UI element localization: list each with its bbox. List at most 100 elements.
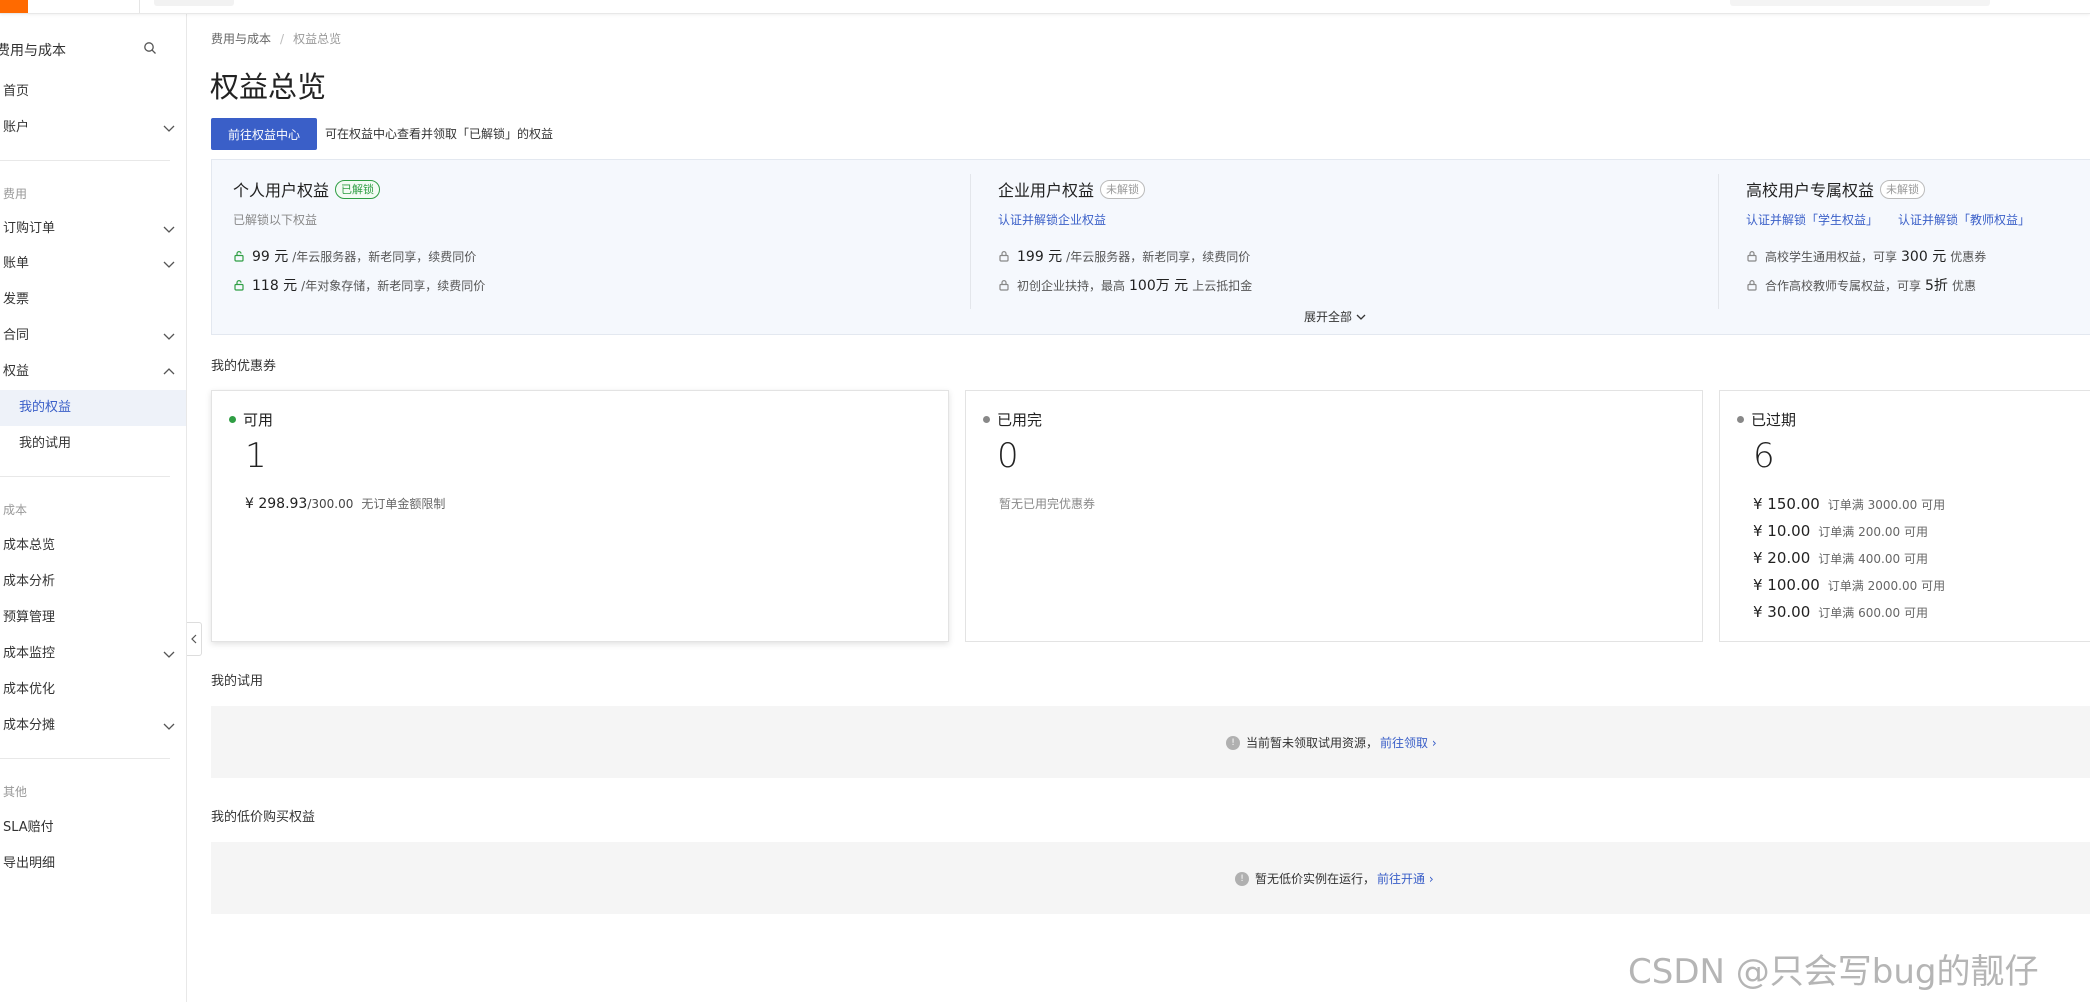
activate-link[interactable]: 前往开通 › <box>1377 870 1434 887</box>
sidebar-divider <box>0 160 170 161</box>
sidebar-collapse-button[interactable] <box>187 622 202 656</box>
lock-icon <box>999 251 1009 262</box>
sidebar-item-my-benefits[interactable]: 我的权益 <box>19 398 71 418</box>
coupon-status: 已用完 <box>997 411 1043 429</box>
benefit-amount: 99 元 <box>252 249 289 265</box>
lowprice-empty-text: 暂无低价实例在运行， <box>1255 872 1376 886</box>
sidebar-item-home[interactable]: 首页 <box>3 82 29 102</box>
coupon-suffix: 可用 <box>1903 552 1928 566</box>
benefit-amount: 300 元 <box>1901 249 1947 265</box>
chevron-down-icon[interactable] <box>162 647 176 661</box>
coupon-amount: ¥ 30.00 <box>1753 603 1811 621</box>
breadcrumb: 费用与成本 / 权益总览 <box>211 30 341 47</box>
breadcrumb-current: 权益总览 <box>293 32 342 46</box>
coupon-amount: ¥ 100.00 <box>1753 576 1820 594</box>
coupon-amount: ¥ 10.00 <box>1753 522 1811 540</box>
topbar-search[interactable] <box>1730 0 1990 6</box>
coupon-suffix: 可用 <box>1903 525 1928 539</box>
coupon-min: 200.00 <box>1858 525 1901 539</box>
student-verify-link[interactable]: 认证并解锁「学生权益」 <box>1746 213 1878 227</box>
chevron-down-icon[interactable] <box>162 222 176 236</box>
status-dot <box>1737 416 1744 423</box>
benefit-text: 初创企业扶持，最高 <box>1017 278 1126 293</box>
unlock-icon <box>234 280 244 291</box>
status-dot <box>229 416 236 423</box>
trials-section-title: 我的试用 <box>211 674 264 689</box>
sidebar-group-fees: 费用 <box>3 187 28 201</box>
coupon-note: 无订单金额限制 <box>361 497 446 511</box>
benefit-line: 合作高校教师专属权益，可享 5折 优惠 <box>1746 275 1976 295</box>
coupon-condition: 订单满 <box>1818 525 1855 539</box>
coupon-condition: 订单满 <box>1818 606 1855 620</box>
coupon-amount: ¥ 20.00 <box>1753 549 1811 567</box>
go-benefits-center-button[interactable]: 前往权益中心 <box>211 118 317 150</box>
benefit-text: /年云服务器，新老同享，续费同价 <box>1066 249 1251 264</box>
teacher-verify-link[interactable]: 认证并解锁「教师权益」 <box>1898 213 2030 227</box>
personal-benefits-sub: 已解锁以下权益 <box>233 213 318 227</box>
benefit-text: 优惠 <box>1951 278 1976 293</box>
trials-empty-message: ! 当前暂未领取试用资源， 前往领取 › <box>1226 734 1437 751</box>
coupon-card-available[interactable]: 可用 1 ¥ 298.93/300.00 无订单金额限制 <box>211 390 949 642</box>
column-divider <box>1718 174 1719 309</box>
sidebar-item-cost-optimize[interactable]: 成本优化 <box>3 680 55 700</box>
lowprice-empty-message: ! 暂无低价实例在运行， 前往开通 › <box>1235 870 1434 887</box>
benefits-panel: 个人用户权益 已解锁 已解锁以下权益 99 元/年云服务器，新老同享，续费同价 1… <box>211 159 2090 335</box>
benefit-text: /年对象存储，新老同享，续费同价 <box>301 278 486 293</box>
sidebar-item-account[interactable]: 账户 <box>3 118 29 138</box>
sidebar-item-benefits[interactable]: 权益 <box>3 362 29 382</box>
sidebar-item-invoice[interactable]: 发票 <box>3 290 29 310</box>
lowprice-empty-panel: ! 暂无低价实例在运行， 前往开通 › <box>211 842 2090 914</box>
coupon-card-expired[interactable]: 已过期 6 ¥ 150.00 订单满 3000.00 可用 ¥ 10.00 订单满 … <box>1719 390 2090 642</box>
breadcrumb-parent[interactable]: 费用与成本 <box>211 32 271 46</box>
sidebar-item-cost-overview[interactable]: 成本总览 <box>3 536 55 556</box>
lock-icon <box>999 280 1009 291</box>
coupon-card-used[interactable]: 已用完 0 暂无已用完优惠券 <box>965 390 1703 642</box>
expired-coupon-row: ¥ 150.00 订单满 3000.00 可用 <box>1753 495 1945 513</box>
chevron-down-icon[interactable] <box>162 121 176 135</box>
coupon-line: ¥ 298.93/300.00 无订单金额限制 <box>245 495 445 512</box>
sidebar-item-bills[interactable]: 账单 <box>3 254 29 274</box>
chevron-down-icon[interactable] <box>162 257 176 271</box>
sidebar-item-export[interactable]: 导出明细 <box>3 854 55 874</box>
benefit-line: 99 元/年云服务器，新老同享，续费同价 <box>233 246 476 266</box>
sidebar-item-my-trials[interactable]: 我的试用 <box>19 434 71 454</box>
coupon-min: 400.00 <box>1858 552 1901 566</box>
personal-benefits-column: 个人用户权益 已解锁 已解锁以下权益 99 元/年云服务器，新老同享，续费同价 1… <box>233 160 933 310</box>
sidebar-item-cost-monitor[interactable]: 成本监控 <box>3 644 55 664</box>
sidebar-item-contract[interactable]: 合同 <box>3 326 29 346</box>
chevron-up-icon[interactable] <box>162 365 176 379</box>
coupons-section-title: 我的优惠券 <box>211 359 277 374</box>
info-icon: ! <box>1226 735 1240 750</box>
status-badge: 已解锁 <box>335 179 381 199</box>
benefit-text: 优惠券 <box>1950 249 1987 264</box>
unlock-icon <box>234 251 244 262</box>
enterprise-verify-link[interactable]: 认证并解锁企业权益 <box>998 211 1106 228</box>
watermark: CSDN @只会写bug的靓仔 <box>1628 952 2039 992</box>
sidebar-item-cost-analysis[interactable]: 成本分析 <box>3 572 55 592</box>
chevron-left-icon <box>191 634 197 644</box>
sidebar-item-orders[interactable]: 订购订单 <box>3 219 55 239</box>
claim-trial-link[interactable]: 前往领取 › <box>1380 734 1437 751</box>
coupon-count: 1 <box>245 436 267 476</box>
expand-all-button[interactable]: 展开全部 <box>1304 308 1367 325</box>
coupon-status: 可用 <box>243 411 274 429</box>
expired-coupon-row: ¥ 100.00 订单满 2000.00 可用 <box>1753 576 1945 594</box>
benefit-line: 199 元/年云服务器，新老同享，续费同价 <box>998 246 1250 266</box>
sidebar-divider <box>0 476 170 477</box>
expand-all-label: 展开全部 <box>1304 310 1353 324</box>
benefit-amount: 199 元 <box>1017 249 1063 265</box>
chevron-down-icon[interactable] <box>162 719 176 733</box>
coupon-min: 3000.00 <box>1867 498 1918 512</box>
sidebar-item-budget[interactable]: 预算管理 <box>3 608 55 628</box>
sidebar-item-cost-allocation[interactable]: 成本分摊 <box>3 716 55 736</box>
brand-logo[interactable] <box>0 0 28 13</box>
chevron-down-icon[interactable] <box>162 329 176 343</box>
lock-icon <box>1747 251 1757 262</box>
topbar-workspace-selector[interactable] <box>154 0 234 6</box>
sidebar-item-sla[interactable]: SLA赔付 <box>3 818 54 838</box>
search-icon[interactable] <box>143 41 157 55</box>
top-bar <box>0 0 2090 14</box>
lowprice-section-title: 我的低价购买权益 <box>211 810 316 825</box>
expired-coupon-row: ¥ 30.00 订单满 600.00 可用 <box>1753 603 1928 621</box>
enterprise-benefits-column: 企业用户权益 未解锁 认证并解锁企业权益 199 元/年云服务器，新老同享，续费同… <box>998 160 1698 310</box>
